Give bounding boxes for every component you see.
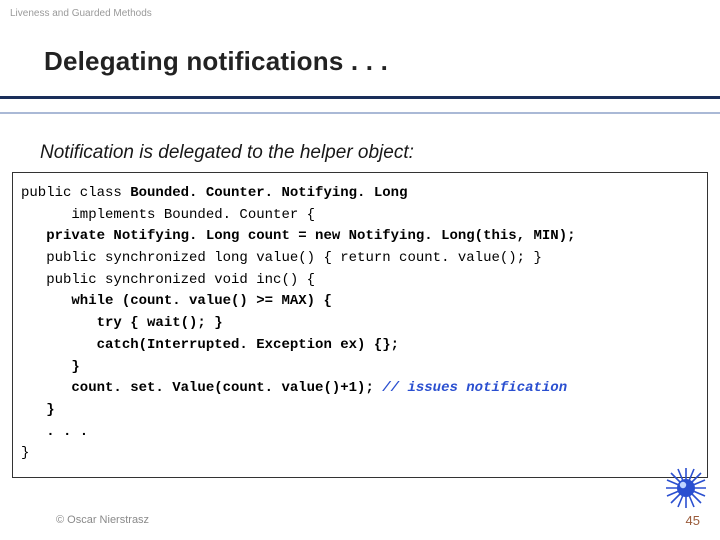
code-box: public class Bounded. Counter. Notifying… bbox=[12, 172, 708, 478]
code-line-2: implements Bounded. Counter { bbox=[21, 207, 315, 223]
code-line-8: catch(Interrupted. Exception ex) {}; bbox=[21, 337, 399, 353]
divider-light bbox=[0, 112, 720, 114]
code-line-4: public synchronized long value() { retur… bbox=[21, 250, 542, 266]
code-line-10-comment: // issues notification bbox=[382, 380, 567, 396]
code-line-6: while (count. value() >= MAX) { bbox=[21, 293, 332, 309]
divider-dark bbox=[0, 96, 720, 99]
code-line-1a: public class bbox=[21, 185, 130, 201]
subtitle-text: Notification is delegated to the helper … bbox=[40, 142, 414, 164]
code-line-7: try { wait(); } bbox=[21, 315, 223, 331]
code-line-9: } bbox=[21, 359, 80, 375]
code-line-10a: count. set. Value(count. value()+1); bbox=[21, 380, 382, 396]
code-line-13: } bbox=[21, 445, 29, 461]
code-line-1b: Bounded. Counter. Notifying. Long bbox=[130, 185, 407, 201]
page-number: 45 bbox=[686, 513, 700, 528]
code-line-3: private Notifying. Long count = new Noti… bbox=[21, 228, 576, 244]
copyright-text: © Oscar Nierstrasz bbox=[56, 514, 149, 526]
code-block: public class Bounded. Counter. Notifying… bbox=[21, 183, 699, 465]
page-title: Delegating notifications . . . bbox=[44, 46, 388, 77]
breadcrumb: Liveness and Guarded Methods bbox=[10, 8, 152, 19]
code-line-11: } bbox=[21, 402, 55, 418]
code-line-5: public synchronized void inc() { bbox=[21, 272, 315, 288]
code-line-12: . . . bbox=[21, 424, 88, 440]
sun-icon bbox=[664, 466, 708, 510]
